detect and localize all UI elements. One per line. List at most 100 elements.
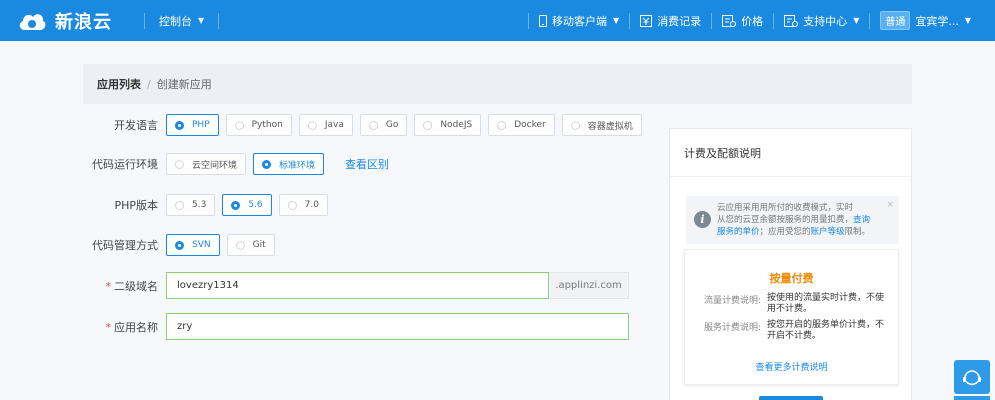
option-label: Docker — [514, 120, 546, 130]
panel-title: 计费及配额说明 — [670, 129, 911, 177]
service-price-link[interactable]: 服务的单价 — [717, 227, 760, 237]
option-label: 5.6 — [248, 200, 263, 210]
language-option-python[interactable]: Python — [225, 114, 292, 136]
vcs-option-svn[interactable]: SVN — [166, 234, 220, 256]
console-label: 控制台 — [159, 14, 192, 28]
info-icon: i — [694, 211, 711, 228]
customer-service-button[interactable] — [954, 360, 990, 394]
nav-consumption-label: 消费记录 — [657, 14, 702, 28]
vcs-label: 代码管理方式 — [92, 239, 158, 252]
close-icon[interactable]: × — [886, 200, 894, 210]
radio-icon — [423, 120, 433, 130]
php-version-option-5-6[interactable]: 5.6 — [222, 194, 272, 216]
service-billing-row: 服务计费说明: 按您开启的服务单价计费，不开启不计费。 — [685, 320, 898, 342]
option-label: 云空间环境 — [192, 160, 238, 171]
app-name-row: * 应用名称 zry — [0, 313, 629, 340]
nav-support[interactable]: 支持中心 ▼ — [774, 13, 869, 29]
billing-panel: 计费及配额说明 i 云应用采用用所付的收费模式，实时 从您的云豆余额按服务的用量… — [669, 128, 912, 400]
cloud-logo-icon — [19, 13, 46, 30]
nav-mobile-label: 移动客户端 — [552, 14, 608, 28]
notice-text-segment: ；应用受您的 — [759, 227, 811, 237]
floating-button-secondary[interactable] — [954, 396, 990, 400]
language-option-java[interactable]: Java — [298, 114, 353, 136]
radio-icon — [235, 240, 245, 250]
radio-icon — [175, 240, 184, 250]
account-level-badge: 普通 — [880, 11, 911, 30]
breadcrumb-separator: / — [147, 77, 151, 91]
radio-icon — [231, 200, 241, 210]
option-label: NodeJS — [440, 120, 473, 130]
option-label: 7.0 — [304, 200, 319, 210]
subdomain-input[interactable]: lovezry1314 — [166, 272, 549, 299]
radio-icon — [175, 120, 184, 130]
subdomain-suffix: .applinzi.com — [549, 272, 629, 299]
nav-consumption[interactable]: 消费记录 — [630, 13, 711, 29]
support-icon — [784, 14, 799, 27]
option-label: 容器虚拟机 — [587, 121, 633, 132]
service-billing-key: 服务计费说明: — [703, 323, 761, 333]
divider — [218, 12, 220, 29]
radio-icon — [234, 120, 244, 130]
more-billing-link[interactable]: 查看更多计费说明 — [685, 360, 898, 373]
top-navbar: 新浪云 控制台 ▼ 移动客户端 ▼ 消费记录 价格 支持中心 ▼ 普通 宜宾学.… — [0, 0, 995, 41]
notice-line-3: 服务的单价；应用受您的账户等级限制。 — [717, 226, 870, 238]
app-name-label-text: 应用名称 — [114, 320, 158, 334]
radio-icon — [175, 200, 184, 210]
service-billing-value: 按您开启的服务单价计费，不开启不计费。 — [767, 320, 885, 341]
language-option-vm[interactable]: 容器虚拟机 — [561, 114, 642, 136]
language-row: 开发语言 PHP Python Java Go NodeJS Docker 容器… — [0, 114, 649, 136]
radio-icon — [175, 159, 184, 169]
option-label: 标准环境 — [279, 160, 316, 171]
console-menu[interactable]: 控制台 ▼ — [145, 13, 218, 29]
required-mark: * — [105, 279, 112, 293]
chevron-down-icon: ▼ — [853, 16, 860, 25]
nav-mobile-client[interactable]: 移动客户端 ▼ — [529, 13, 629, 29]
price-list-icon — [722, 14, 737, 27]
chevron-down-icon: ▼ — [964, 16, 971, 25]
notice-text: 云应用采用用所付的收费模式，实时 从您的云豆余额按服务的用量扣费，查询 服务的单… — [717, 202, 870, 244]
panel-action-button[interactable] — [759, 396, 823, 400]
language-option-go[interactable]: Go — [359, 114, 408, 136]
billing-notice: i 云应用采用用所付的收费模式，实时 从您的云豆余额按服务的用量扣费，查询 服务… — [686, 196, 899, 244]
traffic-billing-key: 流量计费说明: — [703, 296, 761, 306]
option-label: SVN — [192, 240, 211, 250]
app-name-input[interactable]: zry — [166, 313, 629, 340]
logo[interactable]: 新浪云 — [17, 8, 112, 34]
php-version-option-7-0[interactable]: 7.0 — [278, 194, 328, 216]
runtime-label: 代码运行环境 — [92, 158, 158, 171]
option-label: 5.3 — [192, 200, 207, 210]
php-version-option-5-3[interactable]: 5.3 — [166, 194, 216, 216]
runtime-option-standard[interactable]: 标准环境 — [253, 153, 325, 175]
headset-icon — [963, 370, 981, 386]
radio-icon — [307, 120, 317, 130]
language-option-nodejs[interactable]: NodeJS — [414, 114, 482, 136]
query-link[interactable]: 查询 — [853, 215, 870, 225]
option-label: Python — [251, 120, 283, 130]
nav-price[interactable]: 价格 — [712, 13, 773, 29]
nav-support-label: 支持中心 — [803, 14, 848, 28]
language-option-php[interactable]: PHP — [166, 114, 219, 136]
traffic-billing-row: 流量计费说明: 按使用的流量实时计费，不使用不计费。 — [685, 293, 898, 315]
subdomain-label-text: 二级域名 — [114, 279, 158, 293]
php-version-label: PHP版本 — [114, 199, 158, 212]
breadcrumb-app-list[interactable]: 应用列表 — [97, 76, 141, 92]
user-name: 宜宾学... — [915, 14, 959, 28]
vcs-option-git[interactable]: Git — [226, 234, 275, 256]
vcs-row: 代码管理方式 SVN Git — [0, 234, 282, 256]
chevron-down-icon: ▼ — [198, 16, 205, 25]
app-name-label: * 应用名称 — [0, 319, 166, 335]
radio-icon — [570, 120, 580, 130]
view-difference-link[interactable]: 查看区别 — [345, 156, 389, 172]
php-version-row: PHP版本 5.3 5.6 7.0 — [0, 194, 335, 216]
option-label: Go — [385, 120, 399, 130]
option-label: PHP — [192, 120, 210, 130]
notice-line-1: 云应用采用用所付的收费模式，实时 — [717, 203, 854, 213]
language-option-docker[interactable]: Docker — [488, 114, 555, 136]
subdomain-row: * 二级域名 lovezry1314 .applinzi.com — [0, 272, 629, 299]
runtime-option-cloudspace[interactable]: 云空间环境 — [166, 153, 247, 175]
breadcrumb-current: 创建新应用 — [156, 78, 212, 91]
traffic-billing-value: 按使用的流量实时计费，不使用不计费。 — [767, 293, 885, 314]
nav-user-menu[interactable]: 普通 宜宾学... ▼ — [870, 11, 981, 30]
chevron-down-icon: ▼ — [613, 16, 620, 25]
account-level-link[interactable]: 账户等级 — [811, 227, 845, 237]
